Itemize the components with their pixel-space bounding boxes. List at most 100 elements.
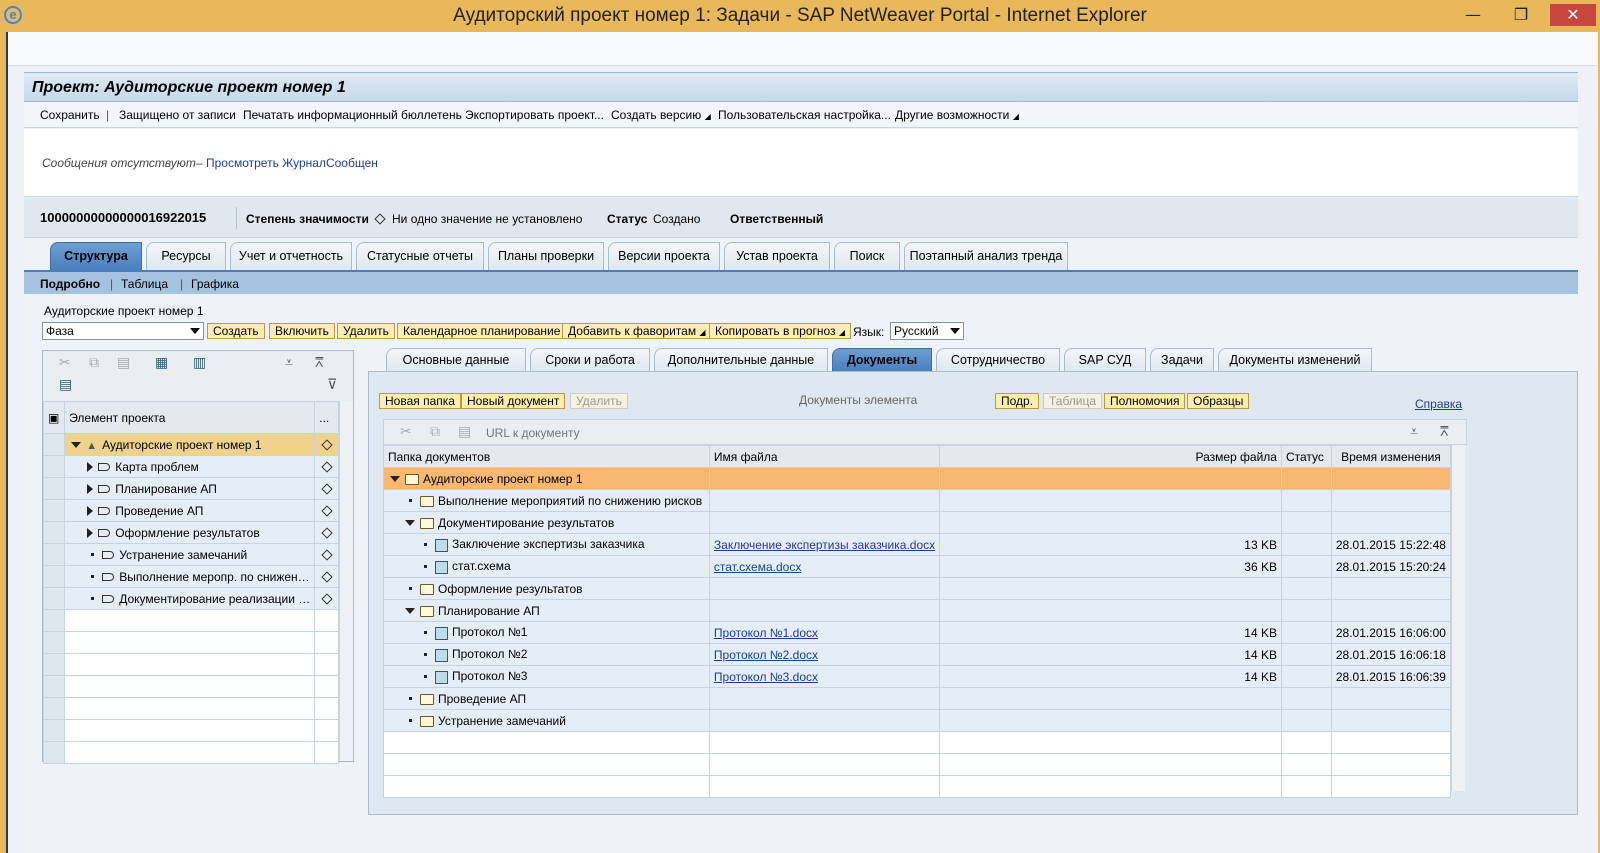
tree-row[interactable]: Карта проблем: [42, 455, 339, 478]
export-project-button[interactable]: Экспортировать проект...: [465, 108, 604, 122]
folder-label[interactable]: Документирование результатов: [438, 516, 614, 530]
tree-row[interactable]: Планирование АП: [42, 477, 339, 500]
create-version-menu[interactable]: Создать версию ◢: [611, 108, 711, 122]
tab-collaboration[interactable]: Сотрудничество: [936, 348, 1060, 371]
table-button[interactable]: Таблица: [1043, 393, 1103, 409]
collapse-all-icon[interactable]: ⩞: [1440, 424, 1449, 440]
row-selector[interactable]: [42, 455, 66, 478]
tab-sap-dms[interactable]: SAP СУД: [1064, 348, 1146, 371]
document-row[interactable]: Выполнение мероприятий по снижению риско…: [383, 489, 1452, 512]
templates-button[interactable]: Образцы: [1187, 393, 1250, 409]
document-row[interactable]: Документирование результатов: [383, 511, 1452, 534]
document-row[interactable]: Заключение экспертизы заказчика Заключени…: [383, 533, 1452, 556]
tree-row[interactable]: Проведение АП: [42, 499, 339, 522]
tab-documents[interactable]: Документы: [832, 348, 932, 371]
url-to-document-button[interactable]: URL к документу: [486, 426, 580, 440]
expand-all-icon[interactable]: ⩡: [285, 355, 293, 371]
tab-additional-data[interactable]: Дополнительные данные: [654, 348, 828, 371]
close-button[interactable]: ✕: [1550, 4, 1596, 26]
tree-item-label[interactable]: Оформление результатов: [115, 526, 260, 540]
expand-icon[interactable]: [87, 528, 94, 539]
copy-icon[interactable]: ⧉: [430, 424, 440, 440]
folder-label[interactable]: Протокол №3: [452, 669, 527, 683]
delete-button[interactable]: Удалить: [337, 323, 395, 339]
view-message-log-link[interactable]: Просмотреть ЖурналСообщен: [206, 156, 378, 170]
expand-icon[interactable]: [87, 484, 94, 495]
other-options-menu[interactable]: Другие возможности ◢: [895, 108, 1019, 122]
detail-button[interactable]: Подр.: [995, 393, 1040, 409]
tree-scrollbar[interactable]: [339, 401, 353, 761]
row-selector[interactable]: [42, 433, 66, 456]
document-row[interactable]: Протокол №1 Протокол №1.docx 14 KB 28.01.20…: [383, 621, 1452, 644]
collapse-all-icon[interactable]: ⩞: [315, 355, 324, 371]
include-button[interactable]: Включить: [269, 323, 335, 339]
collapse-icon[interactable]: [405, 608, 415, 615]
folder-label[interactable]: стат.схема: [452, 559, 511, 573]
user-settings-button[interactable]: Пользовательская настройка...: [718, 108, 891, 122]
tree-row[interactable]: Оформление результатов: [42, 521, 339, 544]
document-row[interactable]: Проведение АП: [383, 687, 1452, 710]
new-folder-button[interactable]: Новая папка: [379, 393, 461, 409]
collapse-icon[interactable]: [405, 520, 415, 527]
create-button[interactable]: Создать: [207, 323, 265, 339]
cut-icon[interactable]: ✂: [59, 355, 71, 371]
cut-icon[interactable]: ✂: [400, 424, 412, 440]
tree-item-label[interactable]: Карта проблем: [115, 460, 199, 474]
tree-column-header-more[interactable]: ...: [314, 401, 339, 434]
collapse-icon[interactable]: [71, 442, 82, 449]
column-header-size[interactable]: Размер файла: [939, 445, 1282, 468]
folder-label[interactable]: Заключение экспертизы заказчика: [452, 537, 645, 551]
tab-accounting[interactable]: Учет и отчетность: [230, 242, 352, 270]
tab-tasks[interactable]: Задачи: [1150, 348, 1214, 371]
document-row[interactable]: Планирование АП: [383, 599, 1452, 622]
tree-item-label[interactable]: Устранение замечаний: [119, 548, 247, 562]
delete-document-button[interactable]: Удалить: [570, 393, 628, 409]
tree-item-label[interactable]: Выполнение меропр. по снижен…: [119, 570, 309, 584]
tree-item-label[interactable]: Документирование реализации …: [119, 592, 310, 606]
tree-item-label[interactable]: Аудиторские проект номер 1: [102, 438, 262, 452]
tab-resources[interactable]: Ресурсы: [146, 242, 226, 270]
tab-project-versions[interactable]: Версии проекта: [608, 242, 720, 270]
row-selector[interactable]: [42, 587, 66, 610]
folder-label[interactable]: Протокол №1: [452, 625, 527, 639]
tree-item-label[interactable]: Проведение АП: [115, 504, 203, 518]
document-row[interactable]: Протокол №3 Протокол №3.docx 14 KB 28.01.20…: [383, 665, 1452, 688]
collapse-icon[interactable]: [390, 476, 400, 483]
document-row[interactable]: стат.схема стат.схема.docx 36 KB 28.01.2015…: [383, 555, 1452, 578]
folder-label[interactable]: Протокол №2: [452, 647, 527, 661]
tree-row[interactable]: Устранение замечаний: [42, 543, 339, 566]
folder-label[interactable]: Выполнение мероприятий по снижению риско…: [438, 494, 702, 508]
document-row[interactable]: Оформление результатов: [383, 577, 1452, 600]
column-header-filename[interactable]: Имя файла: [708, 445, 941, 468]
save-button[interactable]: Сохранить: [40, 108, 100, 122]
write-protected-button[interactable]: Защищено от записи: [119, 108, 236, 122]
subtab-graphics[interactable]: Графика: [191, 277, 239, 291]
row-selector[interactable]: [42, 565, 66, 588]
row-selector[interactable]: [42, 543, 66, 566]
print-bulletin-button[interactable]: Печатать информационный бюллетень: [243, 108, 462, 122]
authorizations-button[interactable]: Полномочия: [1104, 393, 1186, 409]
new-document-button[interactable]: Новый документ: [461, 393, 566, 409]
phase-select[interactable]: Фаза: [42, 322, 204, 340]
tree-row[interactable]: ▲ Аудиторские проект номер 1: [42, 433, 339, 456]
tab-trend-analysis[interactable]: Поэтапный анализ тренда: [904, 242, 1068, 270]
row-selector[interactable]: [42, 477, 66, 500]
minimize-button[interactable]: —: [1456, 4, 1490, 26]
calendar-planning-button[interactable]: Календарное планирование: [397, 323, 567, 339]
tab-check-plans[interactable]: Планы проверки: [488, 242, 604, 270]
paste-icon[interactable]: ▤: [458, 424, 471, 440]
tab-change-documents[interactable]: Документы изменений: [1218, 348, 1372, 371]
expand-all-icon[interactable]: ⩡: [1410, 424, 1418, 440]
expand-icon[interactable]: [87, 462, 94, 473]
column-header-modified[interactable]: Время изменения: [1330, 445, 1452, 468]
paste-icon[interactable]: ▤: [117, 355, 130, 371]
copy-icon[interactable]: ⧉: [89, 355, 99, 371]
folder-label[interactable]: Оформление результатов: [438, 582, 583, 596]
tree-row[interactable]: Выполнение меропр. по снижен…: [42, 565, 339, 588]
filename-link[interactable]: Заключение экспертизы заказчика.docx: [714, 538, 935, 552]
document-row[interactable]: Аудиторские проект номер 1: [383, 467, 1452, 490]
folder-label[interactable]: Планирование АП: [438, 604, 540, 618]
add-to-favorites-button[interactable]: Добавить к фаворитам ◢: [562, 323, 712, 339]
document-row[interactable]: Протокол №2 Протокол №2.docx 14 KB 28.01.20…: [383, 643, 1452, 666]
table-view-icon[interactable]: ▦: [155, 355, 168, 371]
